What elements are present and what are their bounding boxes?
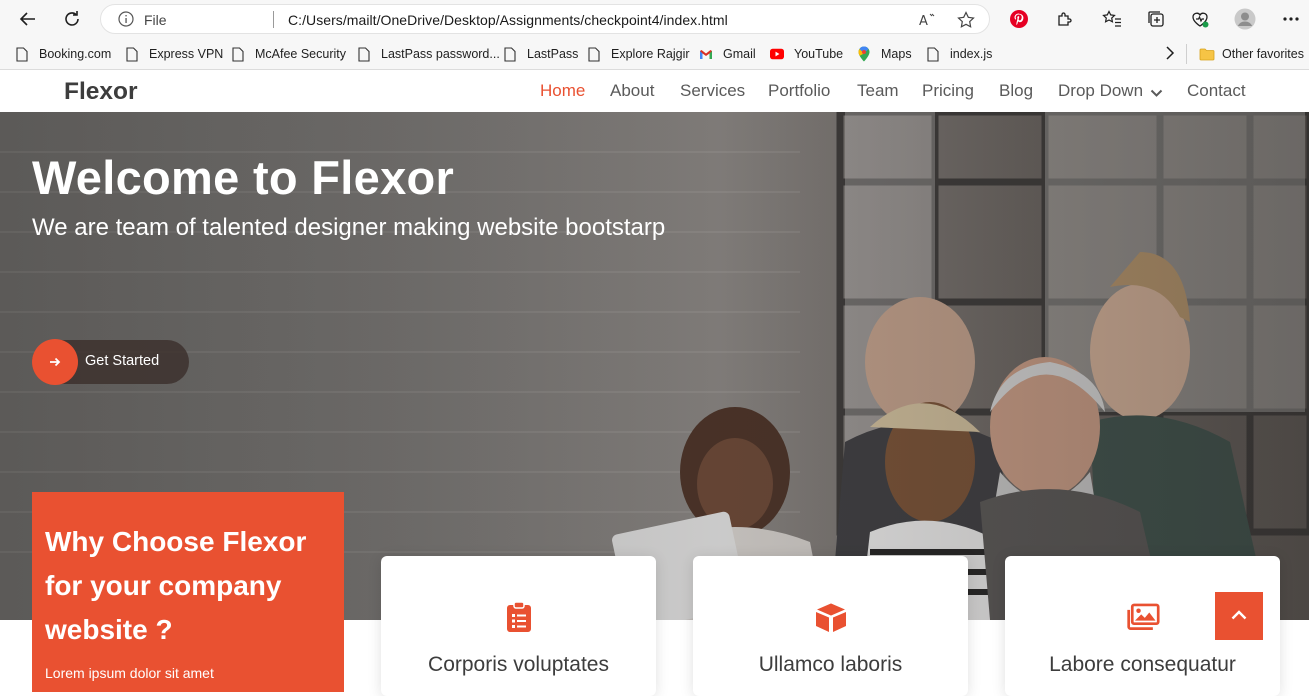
refresh-icon[interactable] <box>60 7 84 31</box>
browser-toolbar: File C:/Users/mailt/OneDrive/Desktop/Ass… <box>0 0 1309 38</box>
bookmark-express-vpn[interactable]: Express VPN <box>125 46 223 62</box>
arrow-right-icon <box>32 339 78 385</box>
bookmark-index-js[interactable]: index.js <box>926 46 992 62</box>
gmail-icon <box>699 46 713 62</box>
chevron-down-icon[interactable] <box>1150 85 1163 103</box>
bookmark-explore-rajgir[interactable]: Explore Rajgir <box>587 46 690 62</box>
bookmarks-bar: Booking.com Express VPN McAfee Security … <box>0 38 1309 70</box>
bookmark-label: index.js <box>950 47 993 61</box>
clipboard-list-icon <box>502 600 536 634</box>
bookmark-label: Maps <box>881 47 912 61</box>
nav-contact[interactable]: Contact <box>1187 81 1246 101</box>
get-started-label: Get Started <box>85 353 160 369</box>
nav-home[interactable]: Home <box>540 81 585 101</box>
bookmark-youtube[interactable]: YouTube <box>770 46 843 62</box>
feature-card: Corporis voluptates <box>381 556 656 696</box>
nav-services[interactable]: Services <box>680 81 745 101</box>
feature-card: Ullamco laboris <box>693 556 968 696</box>
hero-title: Welcome to Flexor <box>32 151 455 204</box>
back-arrow-icon[interactable] <box>16 7 40 31</box>
nav-pricing[interactable]: Pricing <box>922 81 974 101</box>
extensions-puzzle-icon[interactable] <box>1054 8 1076 30</box>
why-choose-title: Why Choose Flexor for your company websi… <box>45 526 307 645</box>
cube-icon <box>814 600 848 634</box>
address-url[interactable]: C:/Users/mailt/OneDrive/Desktop/Assignme… <box>288 12 728 28</box>
other-favorites-folder[interactable]: Other favorites <box>1198 46 1304 62</box>
feature-card-title: Corporis voluptates <box>428 653 609 676</box>
page-icon <box>587 46 601 62</box>
feature-card-title: Labore consequatur <box>1049 653 1236 676</box>
bookmarks-overflow-chevron-icon[interactable] <box>1165 46 1175 60</box>
bookmark-maps[interactable]: Maps <box>857 46 912 62</box>
bookmark-label: Explore Rajgir <box>611 47 690 61</box>
favorite-star-icon[interactable] <box>957 11 975 29</box>
images-icon <box>1126 600 1160 634</box>
pinterest-extension-icon[interactable] <box>1008 8 1030 30</box>
page-icon <box>125 46 139 62</box>
bookmark-booking[interactable]: Booking.com <box>15 46 111 62</box>
bookmark-label: LastPass password... <box>381 47 500 61</box>
favorites-list-icon[interactable] <box>1101 8 1123 30</box>
feature-card-title: Ullamco laboris <box>758 653 903 676</box>
bookmark-gmail[interactable]: Gmail <box>699 46 756 62</box>
address-bar[interactable]: File C:/Users/mailt/OneDrive/Desktop/Ass… <box>100 4 990 34</box>
read-aloud-icon[interactable]: A <box>918 11 936 29</box>
nav-blog[interactable]: Blog <box>999 81 1033 101</box>
info-icon[interactable] <box>118 11 134 27</box>
chevron-up-icon <box>1231 607 1247 625</box>
address-divider <box>273 11 274 28</box>
main-nav: Home About Services Portfolio Team Prici… <box>0 81 1309 103</box>
bookmark-lastpass-password[interactable]: LastPass password... <box>357 46 500 62</box>
page-icon <box>15 46 29 62</box>
hero-subtitle: We are team of talented designer making … <box>32 214 666 241</box>
page-icon <box>503 46 517 62</box>
other-favorites-label: Other favorites <box>1222 47 1304 61</box>
address-scheme-label: File <box>144 12 167 28</box>
bookmark-label: McAfee Security <box>255 47 347 61</box>
more-menu-icon[interactable] <box>1280 8 1302 30</box>
bookmark-lastpass[interactable]: LastPass <box>503 46 578 62</box>
bookmarks-divider <box>1186 44 1187 64</box>
why-choose-text: Lorem ipsum dolor sit amet <box>45 665 214 681</box>
bookmark-label: Gmail <box>723 47 756 61</box>
back-to-top-button[interactable] <box>1215 592 1263 640</box>
svg-text:A: A <box>919 14 928 29</box>
nav-dropdown[interactable]: Drop Down <box>1058 81 1143 101</box>
site-header: Flexor Home About Services Portfolio Tea… <box>0 71 1309 112</box>
nav-portfolio[interactable]: Portfolio <box>768 81 830 101</box>
folder-icon <box>1198 46 1215 62</box>
maps-icon <box>857 46 871 62</box>
profile-avatar-icon[interactable] <box>1234 8 1256 30</box>
bookmark-label: YouTube <box>794 47 844 61</box>
page-icon <box>926 46 940 62</box>
bookmark-label: LastPass <box>527 47 579 61</box>
bookmark-mcafee[interactable]: McAfee Security <box>231 46 346 62</box>
youtube-icon <box>770 46 784 62</box>
why-choose-box: Why Choose Flexor for your company websi… <box>32 492 344 692</box>
nav-team[interactable]: Team <box>857 81 899 101</box>
browser-essentials-icon[interactable] <box>1189 8 1211 30</box>
bookmark-label: Express VPN <box>149 47 224 61</box>
page-icon <box>231 46 245 62</box>
nav-about[interactable]: About <box>610 81 654 101</box>
collections-icon[interactable] <box>1145 8 1167 30</box>
page-icon <box>357 46 371 62</box>
bookmark-label: Booking.com <box>39 47 112 61</box>
get-started-button[interactable]: Get Started <box>32 339 189 385</box>
